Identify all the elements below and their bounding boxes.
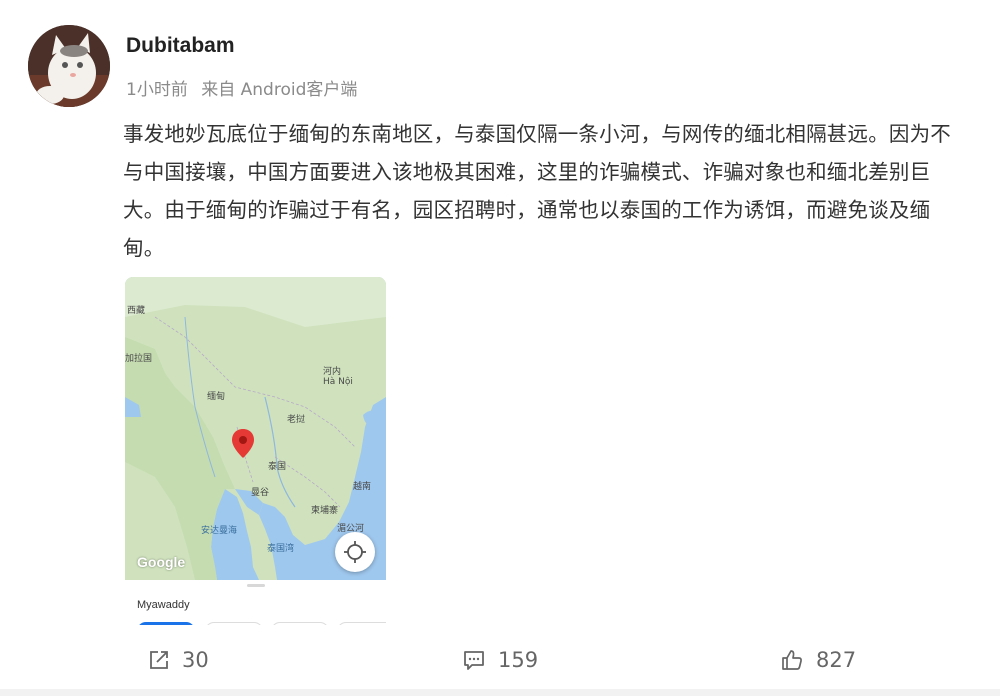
directions-chip[interactable] <box>137 622 195 625</box>
map-label-gulf-of-thailand: 泰国湾 <box>267 544 295 554</box>
map-label-laos: 老挝 <box>287 415 306 425</box>
post-content: 事发地妙瓦底位于缅甸的东南地区，与泰国仅隔一条小河，与网传的缅北相隔甚远。因为不… <box>123 122 951 260</box>
map-label-thailand: 泰国 <box>268 462 287 472</box>
weibo-post: Dubitabam 1小时前 来自 Android客户端 事发地妙瓦底位于缅甸的… <box>0 0 1000 696</box>
like-count: 827 <box>816 648 857 672</box>
avatar[interactable] <box>28 25 110 107</box>
share-count: 30 <box>182 648 209 672</box>
map-label-myanmar: 缅甸 <box>207 392 226 402</box>
google-logo: Google <box>137 554 186 570</box>
map-label-hanoi: 河内 Hà Nội <box>323 367 353 387</box>
post-actions: 30 159 827 <box>0 640 1000 680</box>
map-label-andaman-sea: 安达曼海 <box>201 526 238 536</box>
cat-avatar-image <box>28 25 110 107</box>
sheet-handle[interactable] <box>247 584 265 587</box>
action-chip[interactable] <box>271 622 329 625</box>
share-button[interactable]: 30 <box>148 640 209 680</box>
comment-icon <box>464 651 484 670</box>
comment-button[interactable]: 159 <box>462 640 538 680</box>
map-image[interactable]: 西藏 加拉国 缅甸 河内 Hà Nội 老挝 泰国 曼谷 越南 柬埔寨 安达曼海… <box>125 277 386 625</box>
comment-count: 159 <box>498 648 539 672</box>
like-button[interactable]: 827 <box>780 640 856 680</box>
post-divider <box>0 689 1000 696</box>
action-chip[interactable] <box>205 622 263 625</box>
username[interactable]: Dubitabam <box>126 34 235 58</box>
map-label-bangladesh: 加拉国 <box>125 354 153 364</box>
locate-icon <box>344 541 366 563</box>
action-chip[interactable] <box>337 622 386 625</box>
map-bottom-sheet: Myawaddy <box>125 580 386 625</box>
post-meta: 1小时前 来自 Android客户端 <box>126 75 365 100</box>
map-label-tibet: 西藏 <box>127 306 146 316</box>
place-name: Myawaddy <box>137 599 190 611</box>
thumbs-up-icon <box>782 650 802 670</box>
map-label-bangkok: 曼谷 <box>251 488 270 498</box>
post-source: 来自 Android客户端 <box>201 80 358 100</box>
share-icon <box>150 651 168 669</box>
post-time: 1小时前 <box>126 80 188 100</box>
map-label-vietnam: 越南 <box>353 482 372 492</box>
locate-button[interactable] <box>335 532 375 572</box>
map-label-cambodia: 柬埔寨 <box>311 506 339 516</box>
